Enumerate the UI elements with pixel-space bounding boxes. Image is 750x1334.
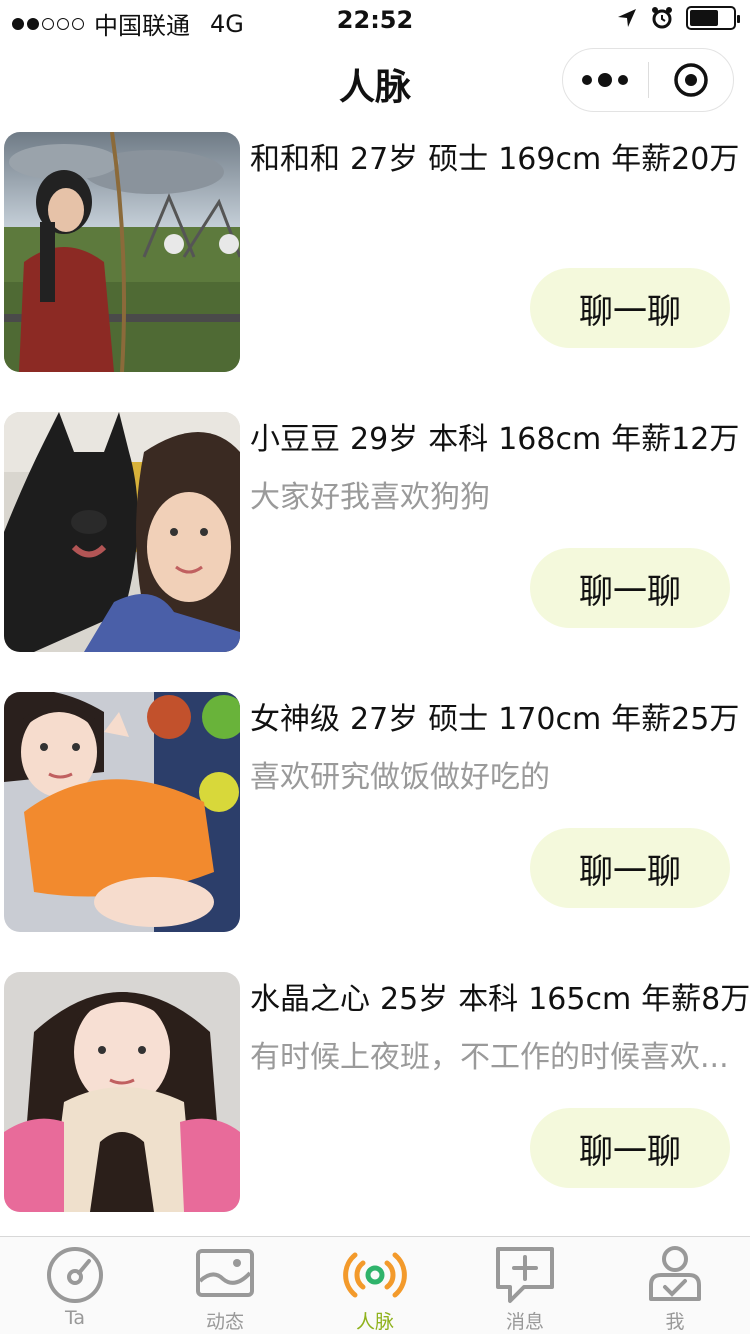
profile-education: 本科 xyxy=(428,422,489,457)
user-icon xyxy=(645,1245,705,1305)
profile-name: 女神级 xyxy=(250,702,340,737)
target-close-icon xyxy=(674,63,708,97)
profile-bio: 大家好我喜欢狗狗 xyxy=(250,480,490,515)
profile-age: 27岁 xyxy=(350,702,419,737)
profile-photo[interactable] xyxy=(4,132,240,372)
message-add-icon xyxy=(494,1245,556,1305)
profile-name: 小豆豆 xyxy=(250,422,340,457)
radar-icon xyxy=(343,1245,407,1305)
alarm-icon xyxy=(652,7,672,29)
profile-list: 和和和 27岁 硕士 169cm 年薪20万 聊一聊 小豆豆 29岁 本科 16… xyxy=(0,124,750,1236)
tab-dynamics[interactable]: 动态 xyxy=(150,1237,300,1334)
close-button[interactable] xyxy=(649,49,734,111)
status-bar: 中国联通 4G 22:52 xyxy=(0,0,750,40)
tab-label: Ta xyxy=(64,1307,86,1329)
chat-button[interactable]: 聊一聊 xyxy=(530,268,730,348)
profile-education: 硕士 xyxy=(428,702,489,737)
more-dot-icon xyxy=(598,73,613,87)
profile-card[interactable]: 水晶之心 25岁 本科 165cm 年薪8万 有时候上夜班，不工作的时候喜欢... 聊一… xyxy=(0,964,750,1236)
profile-name: 和和和 xyxy=(250,142,340,177)
chat-button[interactable]: 聊一聊 xyxy=(530,828,730,908)
more-dot-icon xyxy=(618,75,629,85)
profile-photo[interactable] xyxy=(4,972,240,1212)
profile-card[interactable]: 和和和 27岁 硕士 169cm 年薪20万 聊一聊 xyxy=(0,124,750,404)
more-dot-icon xyxy=(582,75,593,85)
chat-button[interactable]: 聊一聊 xyxy=(530,1108,730,1188)
tab-bar: Ta 动态 人脉 消息 我 xyxy=(0,1236,750,1334)
profile-height: 169cm xyxy=(498,142,602,177)
mini-program-capsule xyxy=(562,48,734,112)
tab-label: 消息 xyxy=(505,1311,544,1333)
tab-label: 动态 xyxy=(205,1311,244,1333)
profile-height: 165cm xyxy=(528,982,632,1017)
profile-education: 硕士 xyxy=(428,142,489,177)
profile-height: 168cm xyxy=(498,422,602,457)
profile-salary: 年薪20万 xyxy=(611,142,740,177)
chat-button[interactable]: 聊一聊 xyxy=(530,548,730,628)
profile-card[interactable]: 女神级 27岁 硕士 170cm 年薪25万 喜欢研究做饭做好吃的 聊一聊 xyxy=(0,684,750,964)
tab-messages[interactable]: 消息 xyxy=(450,1237,600,1334)
profile-education: 本科 xyxy=(458,982,519,1017)
profile-salary: 年薪25万 xyxy=(611,702,740,737)
profile-age: 29岁 xyxy=(350,422,419,457)
nav-bar: 人脉 xyxy=(0,40,750,124)
tab-me[interactable]: 我 xyxy=(600,1237,750,1334)
profile-card[interactable]: 小豆豆 29岁 本科 168cm 年薪12万 大家好我喜欢狗狗 聊一聊 xyxy=(0,404,750,684)
profile-age: 25岁 xyxy=(380,982,449,1017)
profile-info: 和和和 27岁 硕士 169cm 年薪20万 xyxy=(250,134,750,178)
profile-salary: 年薪8万 xyxy=(641,982,750,1017)
profile-salary: 年薪12万 xyxy=(611,422,740,457)
battery-icon xyxy=(686,6,740,30)
status-right xyxy=(616,6,740,30)
image-icon xyxy=(195,1245,255,1305)
tab-ta[interactable]: Ta xyxy=(0,1237,150,1334)
profile-info: 水晶之心 25岁 本科 165cm 年薪8万 xyxy=(250,974,750,1018)
tab-label: 我 xyxy=(665,1311,685,1333)
profile-photo[interactable] xyxy=(4,412,240,652)
profile-name: 水晶之心 xyxy=(250,982,370,1017)
profile-bio: 有时候上夜班，不工作的时候喜欢... xyxy=(250,1040,729,1075)
screen: 中国联通 4G 22:52 人脉 和和和 27岁 硕士 169cm 年薪20万 … xyxy=(0,0,750,1334)
tab-label: 人脉 xyxy=(355,1311,394,1333)
profile-age: 27岁 xyxy=(350,142,419,177)
tab-connections[interactable]: 人脉 xyxy=(300,1237,450,1334)
profile-height: 170cm xyxy=(498,702,602,737)
gauge-icon xyxy=(45,1245,105,1305)
profile-bio: 喜欢研究做饭做好吃的 xyxy=(250,760,550,795)
profile-photo[interactable] xyxy=(4,692,240,932)
more-button[interactable] xyxy=(563,49,648,111)
location-arrow-icon xyxy=(618,9,636,27)
profile-info: 女神级 27岁 硕士 170cm 年薪25万 xyxy=(250,694,750,738)
profile-info: 小豆豆 29岁 本科 168cm 年薪12万 xyxy=(250,414,750,458)
